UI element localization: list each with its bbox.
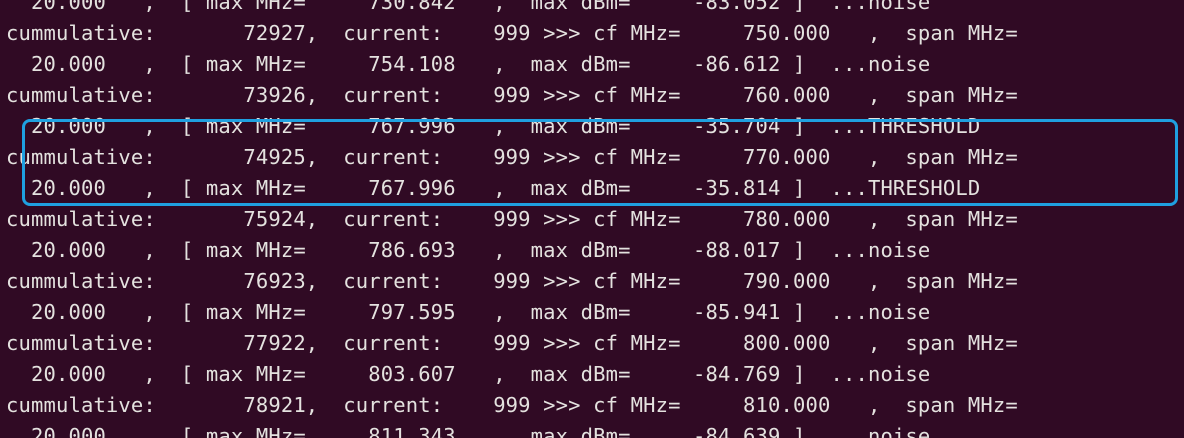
terminal-line-threshold: 20.000 , [ max MHz= 767.996 , max dBm= -… [6,114,981,138]
terminal-line: cummulative: 76923, current: 999 >>> cf … [6,269,1018,293]
terminal-line: cummulative: 75924, current: 999 >>> cf … [6,207,1018,231]
terminal-line: cummulative: 74925, current: 999 >>> cf … [6,145,1018,169]
terminal-line: cummulative: 72927, current: 999 >>> cf … [6,21,1018,45]
terminal-line: 20.000 , [ max MHz= 754.108 , max dBm= -… [6,52,931,76]
terminal-line: cummulative: 77922, current: 999 >>> cf … [6,331,1018,355]
terminal-line: 20.000 , [ max MHz= 811.343 , max dBm= -… [6,424,931,438]
terminal-line: 20.000 , [ max MHz= 786.693 , max dBm= -… [6,238,931,262]
terminal-line: cummulative: 78921, current: 999 >>> cf … [6,393,1018,417]
terminal-line: 20.000 , [ max MHz= 730.842 , max dBm= -… [6,0,931,14]
terminal-output: 20.000 , [ max MHz= 730.842 , max dBm= -… [6,0,1184,438]
terminal-line: 20.000 , [ max MHz= 797.595 , max dBm= -… [6,300,931,324]
terminal-window[interactable]: 20.000 , [ max MHz= 730.842 , max dBm= -… [0,0,1184,438]
terminal-line: 20.000 , [ max MHz= 803.607 , max dBm= -… [6,362,931,386]
terminal-line: cummulative: 73926, current: 999 >>> cf … [6,83,1018,107]
terminal-line-threshold: 20.000 , [ max MHz= 767.996 , max dBm= -… [6,176,981,200]
